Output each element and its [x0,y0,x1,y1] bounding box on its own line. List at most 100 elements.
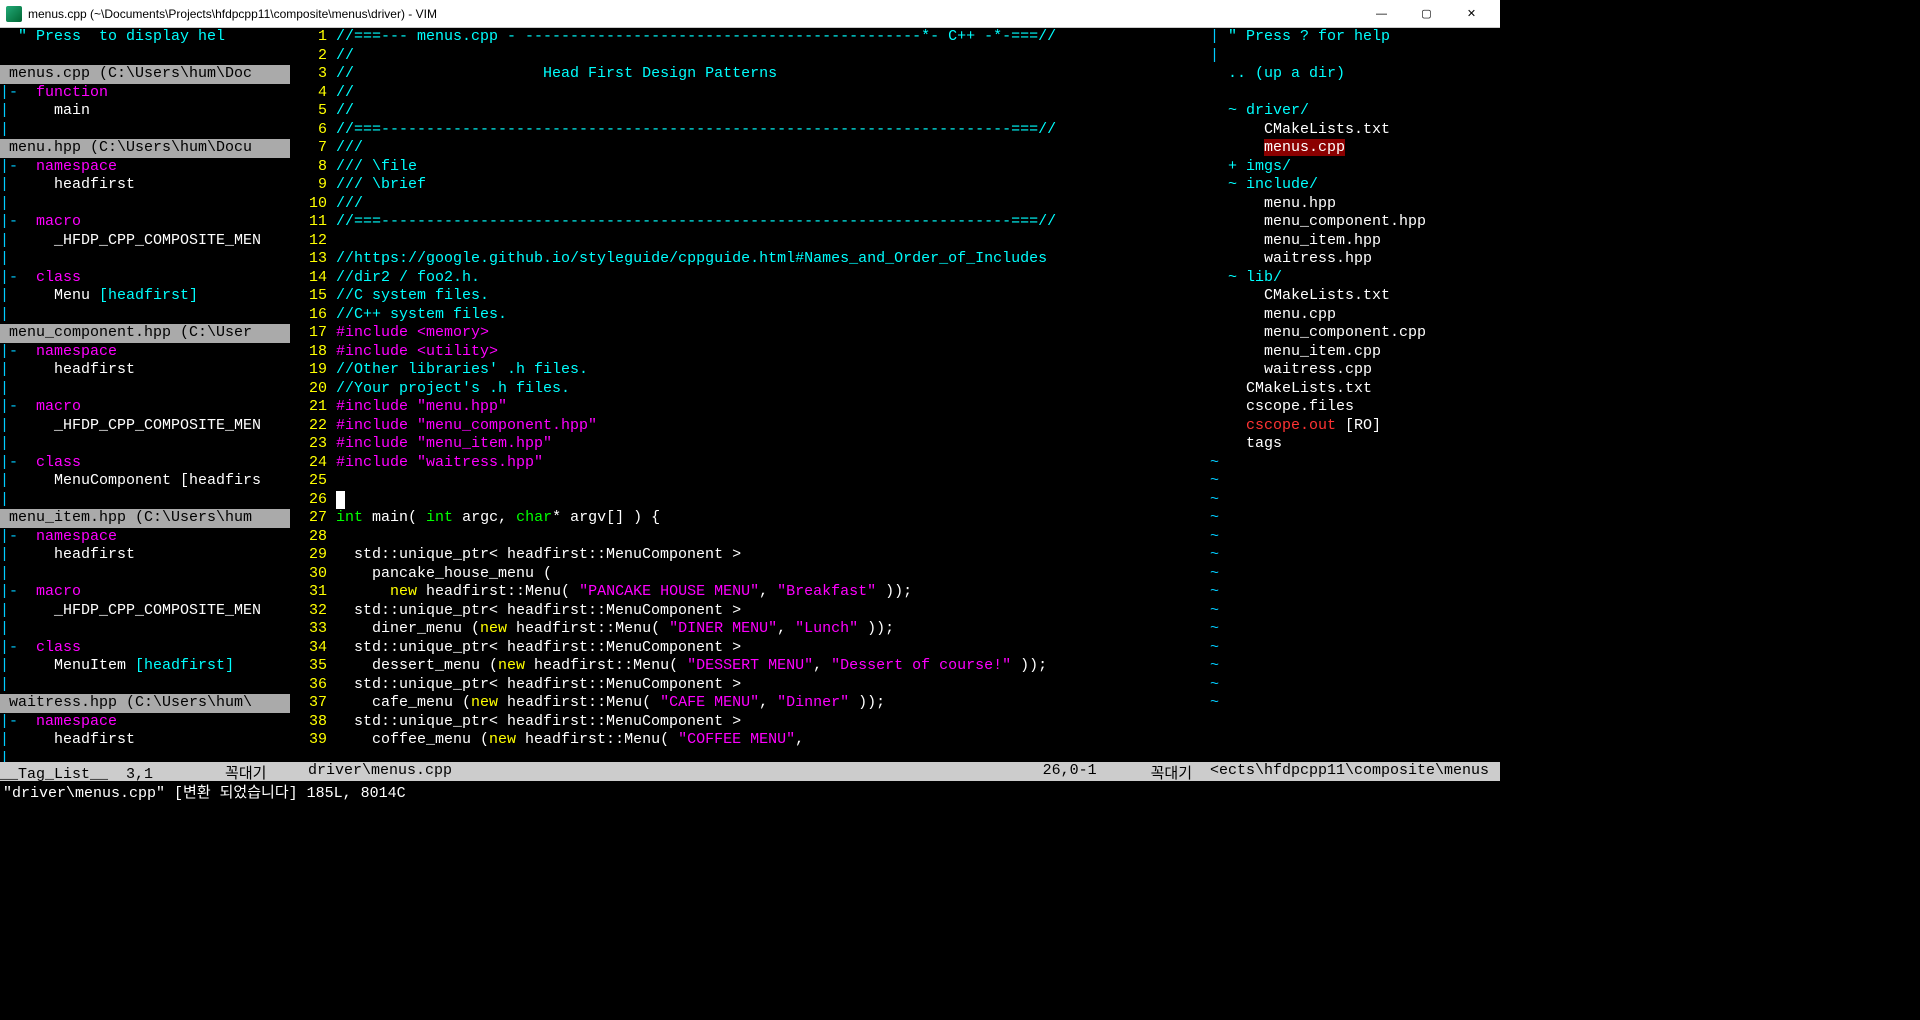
window-title: menus.cpp (~\Documents\Projects\hfdpcpp1… [28,7,1359,21]
source-line[interactable]: 30 pancake_house_menu ( [299,565,1201,584]
source-line[interactable]: 10 /// [299,195,1201,214]
taglist-status: __Tag_List__ 3,1 꼭대기 [0,762,290,781]
taglist-pane[interactable]: " Press to display hel menus.cpp (C:\Use… [0,28,290,762]
source-body[interactable]: 1 //===--- menus.cpp - -----------------… [299,28,1201,762]
taglist-tag[interactable]: | MenuItem [headfirst] [0,657,290,676]
titlebar: menus.cpp (~\Documents\Projects\hfdpcpp1… [0,0,1500,28]
taglist-body[interactable]: " Press to display hel menus.cpp (C:\Use… [0,28,290,762]
source-line[interactable]: 32 std::unique_ptr< headfirst::MenuCompo… [299,602,1201,621]
taglist-tag[interactable]: | headfirst [0,546,290,565]
nerdtree-item[interactable]: ~ lib/ [1210,269,1500,288]
source-line[interactable]: 35 dessert_menu (new headfirst::Menu( "D… [299,657,1201,676]
source-line[interactable]: 37 cafe_menu (new headfirst::Menu( "CAFE… [299,694,1201,713]
source-line[interactable]: 22 #include "menu_component.hpp" [299,417,1201,436]
source-line[interactable]: 1 //===--- menus.cpp - -----------------… [299,28,1201,47]
source-line[interactable]: 4 // [299,84,1201,103]
source-line[interactable]: 27 int main( int argc, char* argv[] ) { [299,509,1201,528]
source-line[interactable]: 16 //C++ system files. [299,306,1201,325]
nerdtree-item[interactable]: CMakeLists.txt [1210,121,1500,140]
source-line[interactable]: 25 [299,472,1201,491]
source-line[interactable]: 29 std::unique_ptr< headfirst::MenuCompo… [299,546,1201,565]
minimize-button[interactable]: — [1359,0,1404,28]
nerdtree-item[interactable]: + imgs/ [1210,158,1500,177]
source-line[interactable]: 20 //Your project's .h files. [299,380,1201,399]
source-line[interactable]: 33 diner_menu (new headfirst::Menu( "DIN… [299,620,1201,639]
source-line[interactable]: 34 std::unique_ptr< headfirst::MenuCompo… [299,639,1201,658]
source-line[interactable]: 11 //===--------------------------------… [299,213,1201,232]
maximize-button[interactable]: ▢ [1404,0,1449,28]
taglist-tag[interactable]: | _HFDP_CPP_COMPOSITE_MEN [0,417,290,436]
source-line[interactable]: 31 new headfirst::Menu( "PANCAKE HOUSE M… [299,583,1201,602]
nerdtree-pane[interactable]: | " Press ? for help| .. (up a dir) ~ dr… [1210,28,1500,762]
taglist-tag[interactable]: | main [0,102,290,121]
nerdtree-item[interactable]: CMakeLists.txt [1210,287,1500,306]
nerdtree-item[interactable]: waitress.cpp [1210,361,1500,380]
nerdtree-item[interactable]: menus.cpp [1210,139,1500,158]
source-line[interactable]: 3 // Head First Design Patterns [299,65,1201,84]
close-button[interactable]: ✕ [1449,0,1494,28]
source-line[interactable]: 17 #include <memory> [299,324,1201,343]
source-line[interactable]: 19 //Other libraries' .h files. [299,361,1201,380]
source-line[interactable]: 15 //C system files. [299,287,1201,306]
nerdtree-item[interactable]: CMakeLists.txt [1210,380,1500,399]
taglist-tag[interactable]: | _HFDP_CPP_COMPOSITE_MEN [0,602,290,621]
vertical-split[interactable] [1201,28,1210,762]
source-status: driver\menus.cpp 26,0-1 꼭대기 [299,762,1201,781]
nerdtree-item[interactable]: tags [1210,435,1500,454]
source-line[interactable]: 14 //dir2 / foo2.h. [299,269,1201,288]
source-line[interactable]: 23 #include "menu_item.hpp" [299,435,1201,454]
source-line[interactable]: 7 /// [299,139,1201,158]
vertical-split[interactable] [290,28,299,762]
taglist-file-header[interactable]: menu_component.hpp (C:\User [0,324,290,343]
vim-icon [6,6,22,22]
source-line[interactable]: 28 [299,528,1201,547]
source-line[interactable]: 2 // [299,47,1201,66]
nerdtree-item[interactable]: menu.cpp [1210,306,1500,325]
nerdtree-item[interactable]: menu_component.cpp [1210,324,1500,343]
nerdtree-item[interactable]: cscope.out [RO] [1210,417,1500,436]
nerdtree-item[interactable]: menu.hpp [1210,195,1500,214]
nerdtree-item[interactable]: ~ driver/ [1210,102,1500,121]
source-line[interactable]: 24 #include "waitress.hpp" [299,454,1201,473]
source-line[interactable]: 12 [299,232,1201,251]
nerdtree-item[interactable]: ~ include/ [1210,176,1500,195]
taglist-file-header[interactable]: waitress.hpp (C:\Users\hum\ [0,694,290,713]
taglist-tag[interactable]: | _HFDP_CPP_COMPOSITE_MEN [0,232,290,251]
taglist-tag[interactable]: | headfirst [0,361,290,380]
source-line[interactable]: 21 #include "menu.hpp" [299,398,1201,417]
taglist-tag[interactable]: | headfirst [0,176,290,195]
taglist-file-header[interactable]: menu.hpp (C:\Users\hum\Docu [0,139,290,158]
nerdtree-item[interactable]: menu_item.hpp [1210,232,1500,251]
source-line[interactable]: 8 /// \file [299,158,1201,177]
taglist-tag[interactable]: | headfirst [0,731,290,750]
source-line[interactable]: 13 //https://google.github.io/styleguide… [299,250,1201,269]
source-status-file: driver\menus.cpp [299,762,452,781]
nerdtree-item[interactable]: menu_component.hpp [1210,213,1500,232]
editor-area: " Press to display hel menus.cpp (C:\Use… [0,28,1500,762]
nerdtree-item[interactable]: .. (up a dir) [1210,65,1500,84]
source-line[interactable]: 9 /// \brief [299,176,1201,195]
nerdtree-item[interactable] [1210,84,1500,103]
taglist-tag[interactable]: | MenuComponent [headfirs [0,472,290,491]
nerdtree-item[interactable]: waitress.hpp [1210,250,1500,269]
source-pane[interactable]: 1 //===--- menus.cpp - -----------------… [299,28,1201,762]
source-line[interactable]: 18 #include <utility> [299,343,1201,362]
taglist-tag[interactable]: | Menu [headfirst] [0,287,290,306]
source-status-pct: 꼭대기 [1151,762,1201,781]
taglist-file-header[interactable]: menu_item.hpp (C:\Users\hum [0,509,290,528]
source-line[interactable]: 6 //===---------------------------------… [299,121,1201,140]
command-line[interactable]: "driver\menus.cpp" [변환 되었습니다] 185L, 8014… [0,781,1500,800]
taglist-file-header[interactable]: menus.cpp (C:\Users\hum\Doc [0,65,290,84]
source-line[interactable]: 39 coffee_menu (new headfirst::Menu( "CO… [299,731,1201,750]
source-line[interactable]: 38 std::unique_ptr< headfirst::MenuCompo… [299,713,1201,732]
status-row: __Tag_List__ 3,1 꼭대기 driver\menus.cpp 26… [0,762,1500,781]
window-controls: — ▢ ✕ [1359,0,1494,28]
nerdtree-body[interactable]: | " Press ? for help| .. (up a dir) ~ dr… [1210,28,1500,762]
nerdtree-item[interactable]: menu_item.cpp [1210,343,1500,362]
source-status-pos: 26,0-1 [1043,762,1097,781]
vim-window: menus.cpp (~\Documents\Projects\hfdpcpp1… [0,0,1500,800]
nerdtree-item[interactable]: cscope.files [1210,398,1500,417]
source-line[interactable]: 36 std::unique_ptr< headfirst::MenuCompo… [299,676,1201,695]
source-line[interactable]: 26 [299,491,1201,510]
source-line[interactable]: 5 // [299,102,1201,121]
